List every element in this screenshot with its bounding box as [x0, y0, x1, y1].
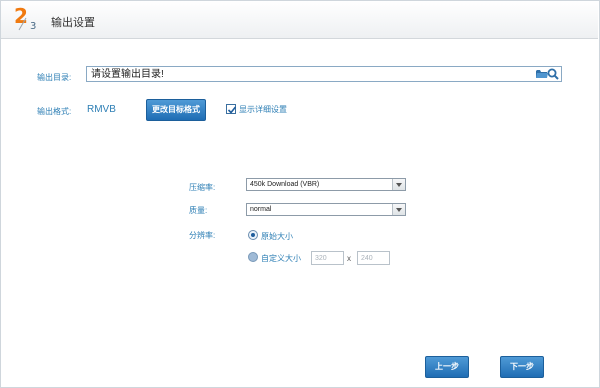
compression-label: 压缩率: [189, 183, 216, 192]
resolution-custom-radio[interactable] [248, 252, 258, 262]
prev-step-button[interactable]: 上一步 [425, 356, 469, 378]
change-format-button[interactable]: 更改目标格式 [146, 99, 206, 121]
compression-select[interactable]: 450k Download (VBR) [246, 178, 406, 191]
resolution-label: 分辨率: [189, 231, 216, 240]
output-format-label: 输出格式: [37, 107, 72, 116]
search-icon[interactable] [547, 68, 559, 80]
settings-window [0, 0, 600, 388]
quality-select[interactable]: normal [246, 203, 406, 216]
custom-height-input[interactable]: 240 [357, 251, 390, 265]
times-sign: x [347, 254, 351, 263]
output-dir-label: 输出目录: [37, 73, 72, 82]
output-format-value: RMVB [87, 104, 116, 115]
quality-label: 质量: [189, 206, 208, 215]
chevron-down-icon[interactable] [392, 204, 405, 215]
resolution-custom-label: 自定义大小 [261, 254, 301, 263]
resolution-original-label: 原始大小 [261, 232, 293, 241]
resolution-original-radio[interactable] [248, 230, 258, 240]
custom-width-input[interactable]: 320 [311, 251, 344, 265]
compression-value: 450k Download (VBR) [250, 181, 320, 188]
header-bar: 2 3 输出设置 [1, 1, 598, 39]
show-details-label: 显示详细设置 [239, 105, 287, 114]
page-title: 输出设置 [51, 17, 95, 29]
show-details-checkbox[interactable] [226, 104, 237, 114]
chevron-down-icon[interactable] [392, 179, 405, 190]
step-total: 3 [30, 21, 37, 32]
quality-value: normal [250, 206, 272, 213]
checkmark-icon [227, 106, 237, 114]
output-dir-input[interactable]: 请设置输出目录! [86, 66, 562, 82]
next-step-button[interactable]: 下一步 [500, 356, 544, 378]
